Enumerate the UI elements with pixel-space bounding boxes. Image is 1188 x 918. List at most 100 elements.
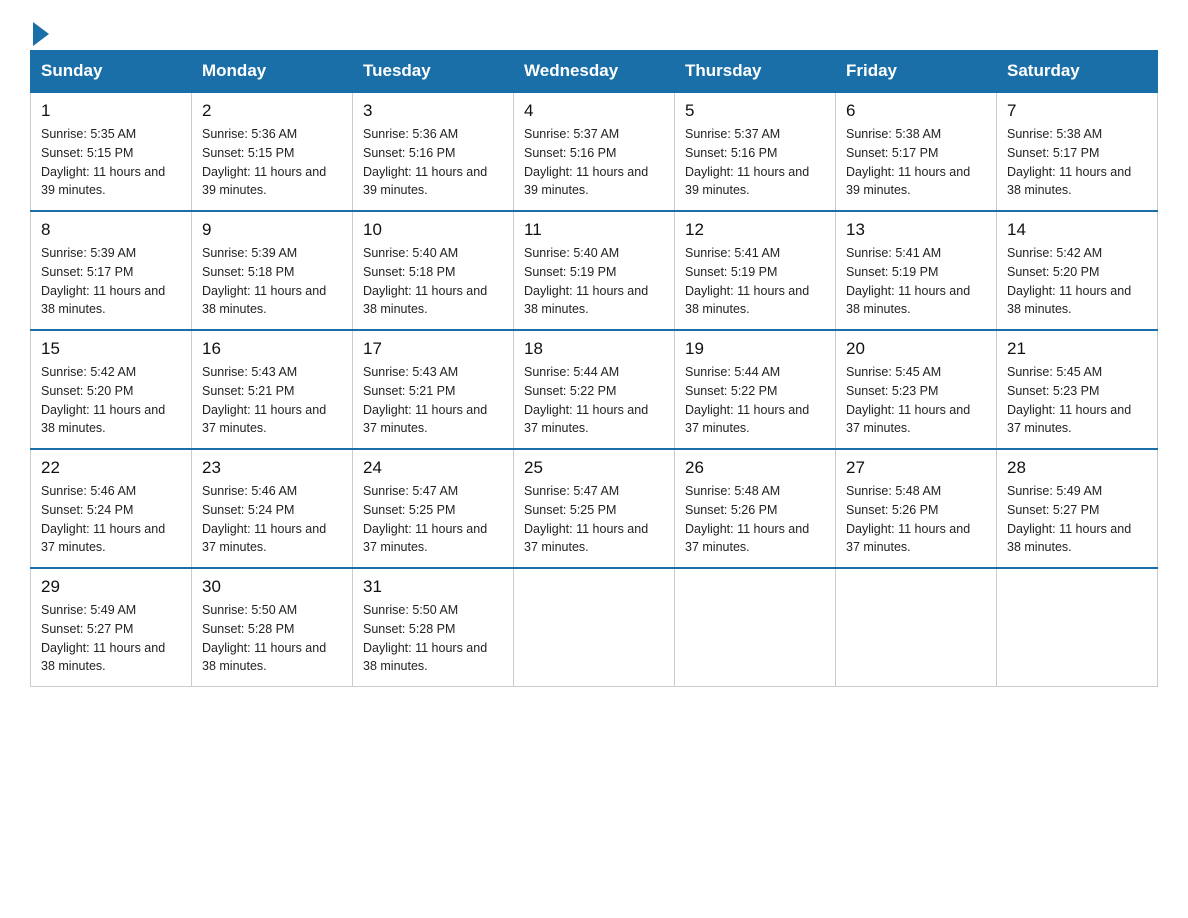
logo-arrow-icon — [33, 22, 49, 46]
calendar-cell: 4 Sunrise: 5:37 AMSunset: 5:16 PMDaylight… — [514, 92, 675, 211]
day-number: 26 — [685, 458, 825, 478]
calendar-cell: 11 Sunrise: 5:40 AMSunset: 5:19 PMDayligh… — [514, 211, 675, 330]
calendar-cell: 14 Sunrise: 5:42 AMSunset: 5:20 PMDayligh… — [997, 211, 1158, 330]
calendar-cell: 1 Sunrise: 5:35 AMSunset: 5:15 PMDaylight… — [31, 92, 192, 211]
day-number: 16 — [202, 339, 342, 359]
day-number: 29 — [41, 577, 181, 597]
calendar-cell: 24Sunrise: 5:47 AMSunset: 5:25 PMDayligh… — [353, 449, 514, 568]
calendar-cell: 3Sunrise: 5:36 AMSunset: 5:16 PMDaylight… — [353, 92, 514, 211]
calendar-week-row: 15 Sunrise: 5:42 AMSunset: 5:20 PMDayligh… — [31, 330, 1158, 449]
day-info: Sunrise: 5:37 AMSunset: 5:16 PMDaylight:… — [524, 125, 664, 200]
day-number: 24 — [363, 458, 503, 478]
calendar-cell: 20Sunrise: 5:45 AMSunset: 5:23 PMDayligh… — [836, 330, 997, 449]
day-header-tuesday: Tuesday — [353, 51, 514, 93]
calendar-cell: 25 Sunrise: 5:47 AMSunset: 5:25 PMDayligh… — [514, 449, 675, 568]
calendar-cell: 5 Sunrise: 5:37 AMSunset: 5:16 PMDaylight… — [675, 92, 836, 211]
day-number: 9 — [202, 220, 342, 240]
calendar-cell: 27 Sunrise: 5:48 AMSunset: 5:26 PMDayligh… — [836, 449, 997, 568]
day-header-thursday: Thursday — [675, 51, 836, 93]
calendar-cell: 12 Sunrise: 5:41 AMSunset: 5:19 PMDayligh… — [675, 211, 836, 330]
day-info: Sunrise: 5:41 AMSunset: 5:19 PMDaylight:… — [685, 244, 825, 319]
day-info: Sunrise: 5:39 AMSunset: 5:18 PMDaylight:… — [202, 244, 342, 319]
day-info: Sunrise: 5:50 AMSunset: 5:28 PMDaylight:… — [363, 601, 503, 676]
day-info: Sunrise: 5:43 AMSunset: 5:21 PMDaylight:… — [202, 363, 342, 438]
calendar-header-row: SundayMondayTuesdayWednesdayThursdayFrid… — [31, 51, 1158, 93]
calendar-cell: 10 Sunrise: 5:40 AMSunset: 5:18 PMDayligh… — [353, 211, 514, 330]
day-info: Sunrise: 5:49 AMSunset: 5:27 PMDaylight:… — [1007, 482, 1147, 557]
day-info: Sunrise: 5:42 AMSunset: 5:20 PMDaylight:… — [41, 363, 181, 438]
day-header-saturday: Saturday — [997, 51, 1158, 93]
calendar-cell: 23Sunrise: 5:46 AMSunset: 5:24 PMDayligh… — [192, 449, 353, 568]
calendar-cell: 7 Sunrise: 5:38 AMSunset: 5:17 PMDaylight… — [997, 92, 1158, 211]
day-number: 7 — [1007, 101, 1147, 121]
day-info: Sunrise: 5:44 AMSunset: 5:22 PMDaylight:… — [685, 363, 825, 438]
day-number: 27 — [846, 458, 986, 478]
day-info: Sunrise: 5:41 AMSunset: 5:19 PMDaylight:… — [846, 244, 986, 319]
day-number: 4 — [524, 101, 664, 121]
day-number: 5 — [685, 101, 825, 121]
calendar-cell: 18Sunrise: 5:44 AMSunset: 5:22 PMDayligh… — [514, 330, 675, 449]
day-number: 17 — [363, 339, 503, 359]
day-info: Sunrise: 5:38 AMSunset: 5:17 PMDaylight:… — [1007, 125, 1147, 200]
calendar-week-row: 22Sunrise: 5:46 AMSunset: 5:24 PMDayligh… — [31, 449, 1158, 568]
day-info: Sunrise: 5:45 AMSunset: 5:23 PMDaylight:… — [846, 363, 986, 438]
day-number: 10 — [363, 220, 503, 240]
day-info: Sunrise: 5:48 AMSunset: 5:26 PMDaylight:… — [846, 482, 986, 557]
day-number: 12 — [685, 220, 825, 240]
logo — [30, 20, 49, 40]
calendar-cell: 8 Sunrise: 5:39 AMSunset: 5:17 PMDaylight… — [31, 211, 192, 330]
calendar-cell: 16 Sunrise: 5:43 AMSunset: 5:21 PMDayligh… — [192, 330, 353, 449]
day-number: 11 — [524, 220, 664, 240]
day-info: Sunrise: 5:50 AMSunset: 5:28 PMDaylight:… — [202, 601, 342, 676]
calendar-cell: 28 Sunrise: 5:49 AMSunset: 5:27 PMDayligh… — [997, 449, 1158, 568]
day-number: 25 — [524, 458, 664, 478]
day-number: 21 — [1007, 339, 1147, 359]
day-header-monday: Monday — [192, 51, 353, 93]
calendar-cell: 29 Sunrise: 5:49 AMSunset: 5:27 PMDayligh… — [31, 568, 192, 687]
day-info: Sunrise: 5:46 AMSunset: 5:24 PMDaylight:… — [41, 482, 181, 557]
day-number: 3 — [363, 101, 503, 121]
day-number: 23 — [202, 458, 342, 478]
day-info: Sunrise: 5:40 AMSunset: 5:18 PMDaylight:… — [363, 244, 503, 319]
day-header-sunday: Sunday — [31, 51, 192, 93]
day-info: Sunrise: 5:47 AMSunset: 5:25 PMDaylight:… — [524, 482, 664, 557]
calendar-cell: 26 Sunrise: 5:48 AMSunset: 5:26 PMDayligh… — [675, 449, 836, 568]
calendar-cell — [997, 568, 1158, 687]
calendar-cell: 22Sunrise: 5:46 AMSunset: 5:24 PMDayligh… — [31, 449, 192, 568]
calendar-cell — [514, 568, 675, 687]
calendar-week-row: 8 Sunrise: 5:39 AMSunset: 5:17 PMDaylight… — [31, 211, 1158, 330]
day-number: 1 — [41, 101, 181, 121]
day-number: 15 — [41, 339, 181, 359]
calendar-cell: 13 Sunrise: 5:41 AMSunset: 5:19 PMDayligh… — [836, 211, 997, 330]
calendar-cell: 17Sunrise: 5:43 AMSunset: 5:21 PMDayligh… — [353, 330, 514, 449]
day-number: 31 — [363, 577, 503, 597]
day-info: Sunrise: 5:48 AMSunset: 5:26 PMDaylight:… — [685, 482, 825, 557]
calendar-cell: 21 Sunrise: 5:45 AMSunset: 5:23 PMDayligh… — [997, 330, 1158, 449]
day-info: Sunrise: 5:42 AMSunset: 5:20 PMDaylight:… — [1007, 244, 1147, 319]
calendar-cell: 6 Sunrise: 5:38 AMSunset: 5:17 PMDaylight… — [836, 92, 997, 211]
day-info: Sunrise: 5:49 AMSunset: 5:27 PMDaylight:… — [41, 601, 181, 676]
page-header — [30, 20, 1158, 40]
day-number: 14 — [1007, 220, 1147, 240]
calendar-cell — [836, 568, 997, 687]
calendar-cell: 19 Sunrise: 5:44 AMSunset: 5:22 PMDayligh… — [675, 330, 836, 449]
day-info: Sunrise: 5:37 AMSunset: 5:16 PMDaylight:… — [685, 125, 825, 200]
calendar-cell: 31 Sunrise: 5:50 AMSunset: 5:28 PMDayligh… — [353, 568, 514, 687]
day-number: 30 — [202, 577, 342, 597]
calendar-cell: 9 Sunrise: 5:39 AMSunset: 5:18 PMDaylight… — [192, 211, 353, 330]
day-info: Sunrise: 5:45 AMSunset: 5:23 PMDaylight:… — [1007, 363, 1147, 438]
day-info: Sunrise: 5:40 AMSunset: 5:19 PMDaylight:… — [524, 244, 664, 319]
day-number: 6 — [846, 101, 986, 121]
day-info: Sunrise: 5:39 AMSunset: 5:17 PMDaylight:… — [41, 244, 181, 319]
day-number: 28 — [1007, 458, 1147, 478]
day-info: Sunrise: 5:36 AMSunset: 5:15 PMDaylight:… — [202, 125, 342, 200]
day-number: 8 — [41, 220, 181, 240]
calendar-cell: 2Sunrise: 5:36 AMSunset: 5:15 PMDaylight… — [192, 92, 353, 211]
day-number: 19 — [685, 339, 825, 359]
day-header-wednesday: Wednesday — [514, 51, 675, 93]
calendar-week-row: 1 Sunrise: 5:35 AMSunset: 5:15 PMDaylight… — [31, 92, 1158, 211]
day-info: Sunrise: 5:35 AMSunset: 5:15 PMDaylight:… — [41, 125, 181, 200]
day-info: Sunrise: 5:38 AMSunset: 5:17 PMDaylight:… — [846, 125, 986, 200]
day-number: 18 — [524, 339, 664, 359]
day-number: 13 — [846, 220, 986, 240]
